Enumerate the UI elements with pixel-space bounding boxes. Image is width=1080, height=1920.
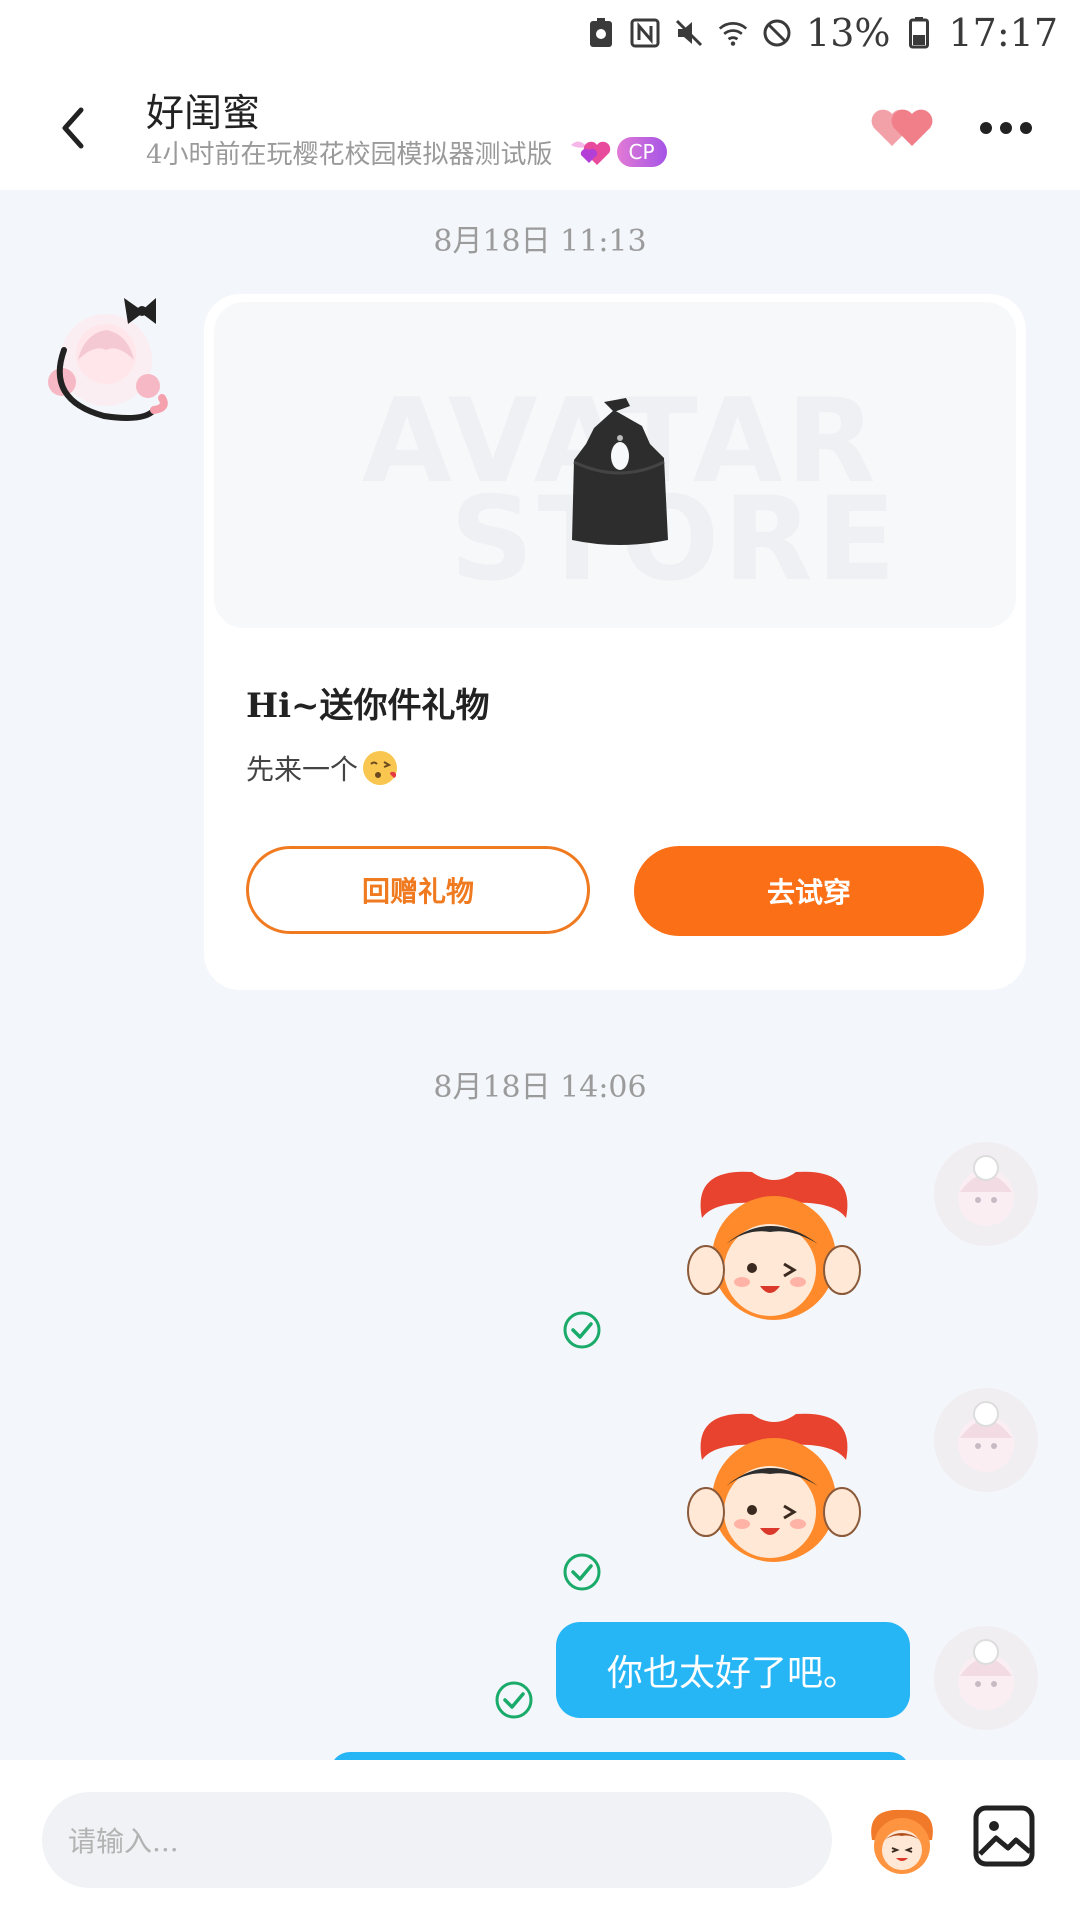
image-icon: [973, 1805, 1035, 1867]
gift-card[interactable]: AVATAR STORE Hi~送你件礼物 先来一个 回赠礼物 去试穿: [204, 294, 1026, 990]
image-button[interactable]: [972, 1804, 1036, 1868]
gift-item-image[interactable]: AVATAR STORE: [214, 302, 1016, 628]
more-options-button[interactable]: [976, 108, 1036, 148]
sticker-button[interactable]: [862, 1800, 942, 1880]
halter-top-icon: [572, 398, 668, 545]
friend-avatar[interactable]: [44, 290, 172, 430]
sent-check-icon: [495, 1681, 533, 1719]
chat-title: 好闺蜜: [146, 91, 261, 135]
gift-message-text: 先来一个: [246, 753, 359, 786]
chat-header: 好闺蜜 4小时前在玩樱花校园模拟器测试版 CP: [0, 66, 1080, 190]
gift-title: Hi~送你件礼物: [246, 686, 490, 726]
kissing-face-icon: [363, 751, 398, 785]
cp-badge[interactable]: CP: [567, 135, 667, 169]
double-heart-icon: [871, 109, 933, 146]
sent-check-icon: [563, 1311, 601, 1349]
dnd-icon: [762, 18, 792, 48]
mute-icon: [674, 18, 704, 48]
sticker-message[interactable]: [672, 1158, 876, 1338]
nfc-icon: [630, 18, 660, 48]
return-gift-button[interactable]: 回赠礼物: [246, 846, 590, 934]
battery-icon: [904, 17, 934, 49]
sent-check-icon: [563, 1553, 601, 1591]
presence-status: 4小时前在玩樱花校园模拟器测试版: [146, 139, 553, 170]
message-input[interactable]: 请输入...: [42, 1792, 832, 1888]
text-message-bubble[interactable]: 你也太好了吧。: [556, 1622, 910, 1718]
my-avatar[interactable]: [934, 1626, 1038, 1730]
dot: [1000, 122, 1012, 134]
wifi-icon: [718, 18, 748, 48]
dot: [980, 122, 992, 134]
intimacy-button[interactable]: [868, 102, 936, 154]
gift-message: 先来一个: [246, 748, 398, 788]
back-button[interactable]: [46, 96, 98, 160]
clock: 17:17: [948, 11, 1058, 55]
recycle-icon: [586, 18, 616, 48]
my-avatar[interactable]: [934, 1388, 1038, 1492]
sticker-message[interactable]: [672, 1400, 876, 1580]
message-timestamp: 8月18日 14:06: [433, 1070, 647, 1105]
status-bar: 13% 17:17: [0, 0, 1080, 66]
presence-row: 4小时前在玩樱花校园模拟器测试版 CP: [146, 132, 667, 172]
input-bar: 请输入...: [0, 1760, 1080, 1920]
chevron-left-icon: [62, 107, 84, 149]
my-avatar[interactable]: [934, 1142, 1038, 1246]
cp-label: CP: [616, 137, 667, 167]
message-timestamp: 8月18日 11:13: [433, 224, 647, 259]
battery-percent: 13%: [806, 11, 891, 55]
sticker-face-icon: [871, 1809, 933, 1874]
dot: [1020, 122, 1032, 134]
watermark-line-2: STORE: [450, 472, 900, 607]
status-icons: 13% 17:17: [586, 10, 1058, 56]
try-on-button[interactable]: 去试穿: [634, 846, 984, 936]
